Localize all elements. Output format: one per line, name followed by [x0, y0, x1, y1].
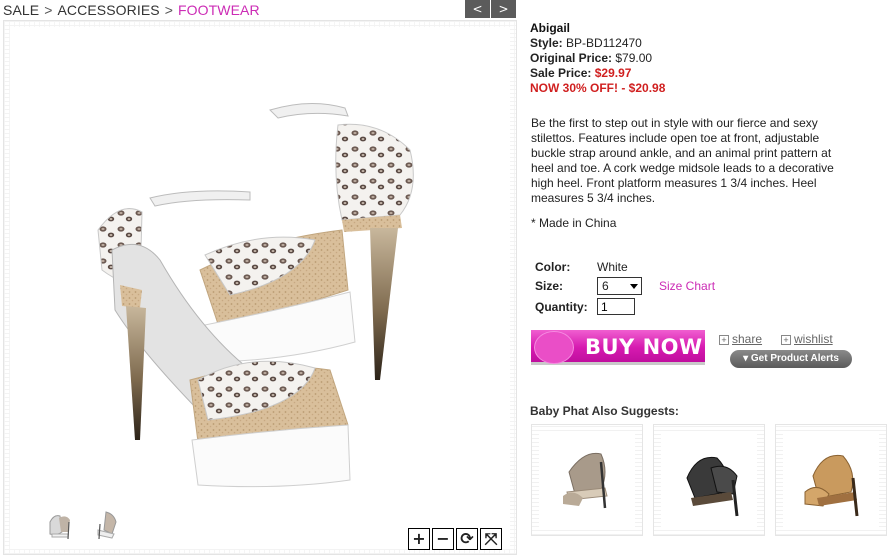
fullscreen-button[interactable]: ⤧ — [480, 528, 502, 550]
breadcrumb-accessories[interactable]: ACCESSORIES — [57, 2, 159, 18]
discount-notice: NOW 30% OFF! - $20.98 — [530, 81, 666, 95]
previous-product-button[interactable]: < — [465, 0, 490, 18]
wishlist-label: wishlist — [794, 332, 833, 346]
thumbnail-1[interactable] — [44, 508, 74, 542]
breadcrumb: SALE > ACCESSORIES > FOOTWEAR — [3, 2, 260, 18]
size-label: Size: — [535, 279, 564, 293]
next-product-button[interactable]: > — [491, 0, 516, 18]
quantity-label: Quantity: — [535, 300, 588, 314]
style-row: Style: BP-BD112470 — [530, 36, 870, 51]
suggestions-title: Baby Phat Also Suggests: — [530, 404, 679, 418]
suggested-product-2[interactable] — [653, 424, 765, 536]
sale-price-row: Sale Price: $29.97 — [530, 66, 870, 81]
product-description: Be the first to step out in style with o… — [531, 116, 834, 205]
original-price-row: Original Price: $79.00 — [530, 51, 870, 66]
product-main-image[interactable] — [80, 80, 425, 500]
suggested-product-1[interactable] — [531, 424, 643, 536]
sale-price-label: Sale Price: — [530, 66, 592, 80]
breadcrumb-separator: > — [164, 2, 174, 18]
thumbnail-2[interactable] — [92, 508, 122, 542]
style-value: BP-BD112470 — [566, 36, 642, 50]
product-info: Abigail Style: BP-BD112470 Original Pric… — [530, 21, 870, 96]
plus-icon: + — [781, 335, 791, 345]
breadcrumb-footwear[interactable]: FOOTWEAR — [178, 2, 260, 18]
product-name: Abigail — [530, 21, 571, 35]
style-label: Style: — [530, 36, 563, 50]
share-label: share — [732, 332, 763, 346]
suggested-product-3[interactable] — [775, 424, 887, 536]
buy-now-button[interactable]: BUY NOW — [531, 330, 705, 365]
size-selected-value: 6 — [602, 279, 609, 293]
size-chart-link[interactable]: Size Chart — [659, 279, 715, 293]
breadcrumb-separator: > — [44, 2, 53, 18]
bag-icon — [534, 331, 574, 364]
get-product-alerts-button[interactable]: ▾ Get Product Alerts — [730, 350, 852, 368]
suggested-product-3-image — [783, 432, 879, 528]
wishlist-link[interactable]: + wishlist — [781, 332, 833, 346]
alerts-label: Get Product Alerts — [750, 353, 839, 364]
sale-price-value: $29.97 — [594, 66, 632, 80]
quantity-input[interactable] — [597, 298, 635, 315]
breadcrumb-sale[interactable]: SALE — [3, 2, 39, 18]
plus-icon: + — [719, 335, 729, 345]
color-value: White — [597, 260, 628, 274]
original-price-value: $79.00 — [615, 51, 653, 65]
zoom-in-button[interactable]: + — [408, 528, 430, 550]
reset-zoom-button[interactable]: ⟳ — [456, 528, 478, 550]
filter-icon: ▾ — [743, 353, 751, 364]
chevron-down-icon — [630, 284, 638, 289]
size-select[interactable]: 6 — [597, 277, 642, 295]
made-in-note: * Made in China — [531, 216, 617, 230]
original-price-label: Original Price: — [530, 51, 613, 65]
buy-now-label: BUY NOW — [585, 335, 703, 359]
color-label: Color: — [535, 260, 571, 274]
zoom-out-button[interactable]: − — [432, 528, 454, 550]
suggested-product-1-image — [539, 432, 635, 528]
share-link[interactable]: + share — [719, 332, 762, 346]
suggested-product-2-image — [661, 432, 757, 528]
